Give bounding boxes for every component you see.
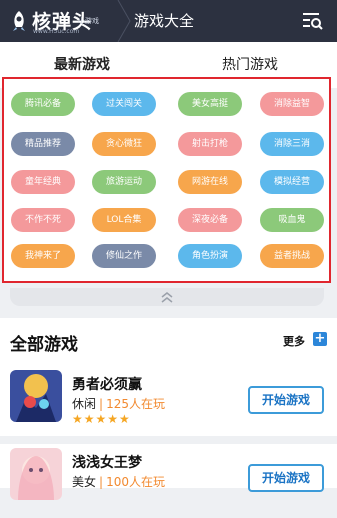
list-divider	[0, 436, 337, 444]
breadcrumb-separator-icon	[117, 0, 131, 42]
tag-8[interactable]: 童年经典	[11, 170, 75, 194]
category-tag-panel: 腾讯必备 过关闯关 美女高挺 消除益智 精品推荐 贪心微狂 射击打枪 消除三消 …	[2, 77, 331, 283]
more-link[interactable]: 更多	[283, 333, 305, 349]
double-chevron-up-icon	[161, 292, 173, 303]
game-category: 美女	[72, 475, 97, 489]
game-thumbnail[interactable]	[10, 370, 62, 422]
app-header: 核弹头 小游戏 www.H5uc.com 游戏大全	[0, 0, 337, 42]
section-title: 全部游戏	[10, 335, 78, 355]
plus-icon[interactable]: +	[313, 332, 327, 346]
game-meta: 休闲 | 125人在玩	[72, 397, 165, 411]
tag-12[interactable]: 不作不死	[11, 208, 75, 232]
tag-17[interactable]: 修仙之作	[92, 244, 156, 268]
tag-9[interactable]: 旅游运动	[92, 170, 156, 194]
game-category: 休闲	[72, 397, 97, 411]
tag-13[interactable]: LOL合集	[92, 208, 156, 232]
game-players: 125人在玩	[106, 397, 165, 411]
tag-16[interactable]: 我神来了	[11, 244, 75, 268]
tag-10[interactable]: 网游在线	[178, 170, 242, 194]
tag-11[interactable]: 模拟经营	[260, 170, 324, 194]
tab-newest[interactable]: 最新游戏	[54, 54, 110, 76]
tag-0[interactable]: 腾讯必备	[11, 92, 75, 116]
logo-subtitle: 小游戏	[78, 17, 99, 25]
page-title: 游戏大全	[134, 12, 195, 30]
tag-14[interactable]: 深夜必备	[178, 208, 242, 232]
search-menu-icon[interactable]	[301, 10, 323, 32]
game-list-item[interactable]: 勇者必须赢 休闲 | 125人在玩 ★★★★★ 开始游戏	[0, 370, 337, 440]
game-art-icon	[10, 370, 62, 422]
tag-1[interactable]: 过关闯关	[92, 92, 156, 116]
rating-stars: ★★★★★	[72, 412, 131, 426]
game-name[interactable]: 浅浅女王梦	[72, 452, 142, 472]
collapse-tags-button[interactable]	[10, 288, 324, 306]
tag-19[interactable]: 益者挑战	[260, 244, 324, 268]
start-game-button[interactable]: 开始游戏	[248, 386, 324, 414]
game-thumbnail[interactable]	[10, 448, 62, 500]
tag-15[interactable]: 吸血鬼	[260, 208, 324, 232]
tag-7[interactable]: 消除三消	[260, 132, 324, 156]
game-art-icon	[10, 448, 62, 500]
logo-url: www.H5uc.com	[33, 28, 80, 35]
tab-hot[interactable]: 热门游戏	[222, 54, 278, 76]
game-name[interactable]: 勇者必须赢	[72, 374, 142, 394]
all-games-section: 全部游戏 更多 + 勇者必须赢 休闲 | 125人在玩 ★★★★★ 开始游戏 浅…	[0, 318, 337, 500]
tag-3[interactable]: 消除益智	[260, 92, 324, 116]
tag-5[interactable]: 贪心微狂	[92, 132, 156, 156]
tag-2[interactable]: 美女高挺	[178, 92, 242, 116]
game-players: 100人在玩	[106, 475, 165, 489]
tag-6[interactable]: 射击打枪	[178, 132, 242, 156]
rocket-icon	[13, 11, 25, 31]
tag-4[interactable]: 精品推荐	[11, 132, 75, 156]
game-meta: 美女 | 100人在玩	[72, 475, 165, 489]
tag-18[interactable]: 角色扮演	[178, 244, 242, 268]
game-list-item[interactable]: 浅浅女王梦 美女 | 100人在玩 开始游戏	[0, 448, 337, 518]
site-logo[interactable]: 核弹头 小游戏 www.H5uc.com	[6, 4, 116, 38]
